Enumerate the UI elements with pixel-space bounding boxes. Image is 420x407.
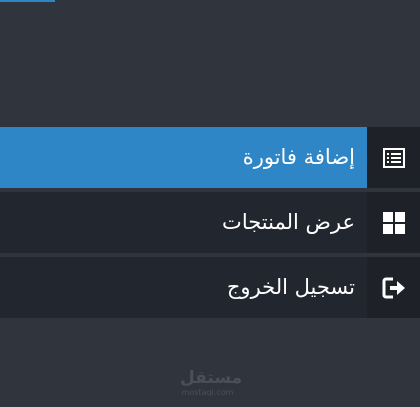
watermark-logo: مستقل mostaql.com: [180, 368, 243, 397]
menu-item-label: تسجيل الخروج: [226, 275, 355, 299]
menu-item-label: إضافة فاتورة: [242, 145, 355, 169]
watermark-sub-text: mostaql.com: [181, 388, 234, 397]
menu-item-label: عرض المنتجات: [222, 210, 355, 234]
menu-item-label-area: إضافة فاتورة: [0, 127, 367, 188]
menu-item-view-products[interactable]: عرض المنتجات: [0, 192, 420, 253]
menu-item-label-area: عرض المنتجات: [0, 192, 367, 253]
logout-icon: [367, 257, 420, 318]
menu-item-logout[interactable]: تسجيل الخروج: [0, 257, 420, 318]
side-menu: إضافة فاتورة عرض المنتجات تسجيل الخروج: [0, 127, 420, 322]
watermark-main-text: مستقل: [180, 368, 243, 388]
top-accent-bar: [0, 0, 55, 2]
grid-icon: [367, 192, 420, 253]
menu-item-label-area: تسجيل الخروج: [0, 257, 367, 318]
invoice-list-icon: [367, 127, 420, 188]
menu-item-add-invoice[interactable]: إضافة فاتورة: [0, 127, 420, 188]
